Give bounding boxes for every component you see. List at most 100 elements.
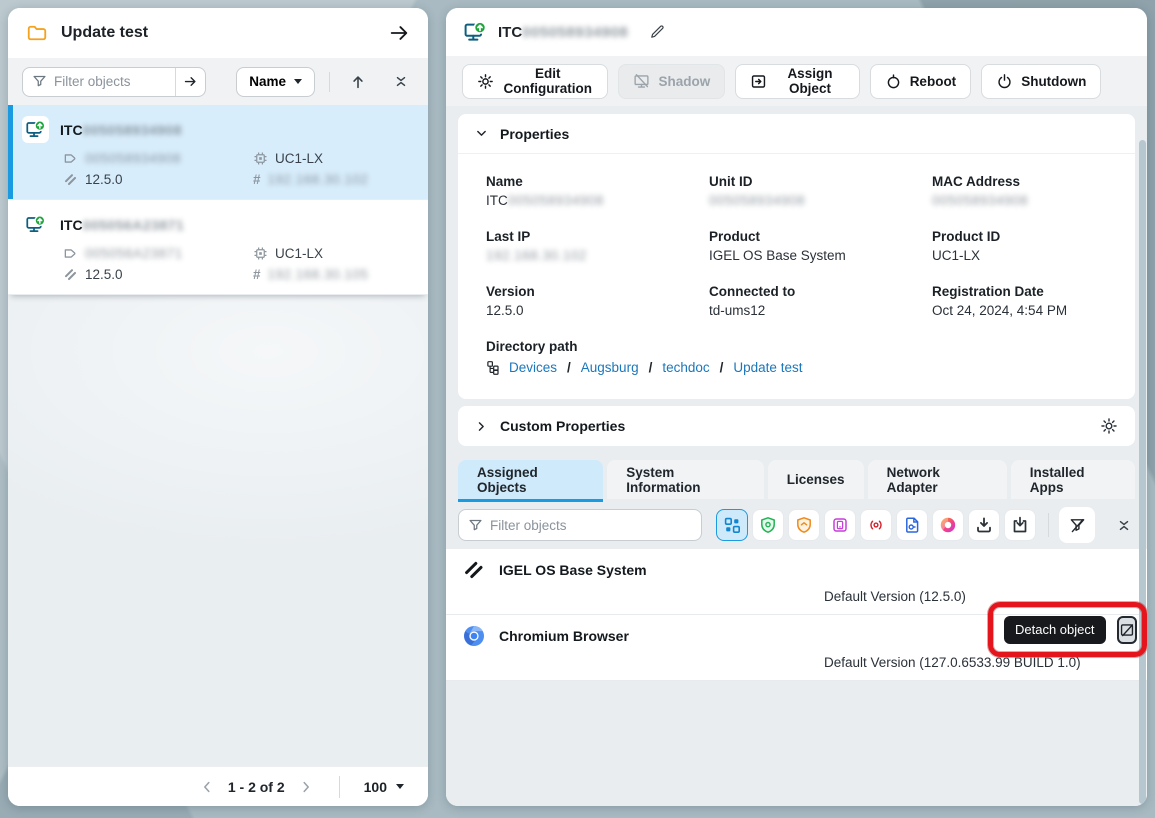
chromium-icon xyxy=(462,624,486,648)
property-product: Product IGEL OS Base System xyxy=(709,229,932,263)
red-rings-icon xyxy=(867,516,885,534)
device-ip: # 192.168.30.105 xyxy=(253,267,412,282)
path-separator: / xyxy=(567,360,571,375)
caret-down-icon xyxy=(396,784,404,789)
page-prev-button[interactable] xyxy=(200,780,214,794)
monitor-slash-icon xyxy=(633,73,650,90)
device-icon xyxy=(22,116,49,143)
filter-objects-field[interactable] xyxy=(22,67,206,97)
page-size-select[interactable]: 100 xyxy=(364,779,404,795)
masked-text: 005058934908 xyxy=(709,193,805,208)
list-controls: Name xyxy=(8,58,428,105)
filter-files-button[interactable] xyxy=(896,509,928,541)
device-detail-panel: ITC005058934908 Edit Configuration Shado… xyxy=(446,8,1147,806)
reboot-button[interactable]: Reboot xyxy=(870,64,972,99)
masked-text: 192.168.30.102 xyxy=(486,248,587,263)
filter-profiles-button[interactable] xyxy=(752,509,784,541)
grid-icon xyxy=(723,516,741,534)
objects-filter-input[interactable] xyxy=(490,518,701,533)
tag-icon xyxy=(63,151,78,166)
property-name: Name ITC005058934908 xyxy=(486,174,709,208)
tab-installed-apps[interactable]: Installed Apps xyxy=(1011,460,1135,499)
shutdown-button[interactable]: Shutdown xyxy=(981,64,1101,99)
divider xyxy=(1048,513,1049,537)
chip-icon xyxy=(253,151,268,166)
properties-title: Properties xyxy=(500,126,569,142)
custom-properties-title: Custom Properties xyxy=(500,418,625,434)
objects-filter-field[interactable] xyxy=(458,509,702,541)
path-link-devices[interactable]: Devices xyxy=(509,360,557,375)
sort-by-button[interactable]: Name xyxy=(236,67,315,97)
divider xyxy=(329,72,330,92)
chip-icon xyxy=(253,246,268,261)
power-icon xyxy=(996,73,1013,90)
igel-logo-icon xyxy=(63,267,78,282)
device-list-item[interactable]: ITC005056A23871 005056A23871 UC1-LX 12.5… xyxy=(8,200,428,295)
filter-submit-button[interactable] xyxy=(175,68,205,96)
rename-device-button[interactable] xyxy=(649,24,665,40)
masked-text: 005056A23871 xyxy=(83,217,185,233)
clear-filter-button[interactable] xyxy=(1059,507,1095,543)
tab-system-information[interactable]: System Information xyxy=(607,460,764,499)
filter-all-objects-button[interactable] xyxy=(716,509,748,541)
filter-priority-profiles-button[interactable] xyxy=(788,509,820,541)
tab-assigned-objects[interactable]: Assigned Objects xyxy=(458,460,603,499)
device-version: 12.5.0 xyxy=(63,172,253,187)
download-icon xyxy=(975,516,993,534)
annotation-highlight: Detach object xyxy=(988,602,1147,657)
detach-object-button[interactable] xyxy=(1117,616,1137,644)
caret-down-icon xyxy=(294,79,302,84)
filter-color-wheel-button[interactable] xyxy=(932,509,964,541)
property-version: Version 12.5.0 xyxy=(486,284,709,318)
directory-path: Directory path Devices / Augsburg / tech… xyxy=(486,339,1107,375)
assign-object-button[interactable]: Assign Object xyxy=(735,64,859,99)
detail-header: ITC005058934908 xyxy=(446,8,1147,56)
collapse-objects-button[interactable] xyxy=(1117,517,1131,534)
sort-direction-button[interactable] xyxy=(350,74,366,90)
list-empty-area xyxy=(8,295,428,766)
device-list-panel: Update test Name xyxy=(8,8,428,806)
property-last-ip: Last IP 192.168.30.102 xyxy=(486,229,709,263)
tab-network-adapter[interactable]: Network Adapter xyxy=(868,460,1007,499)
custom-properties-settings-button[interactable] xyxy=(1100,417,1118,435)
detail-toolbar: Edit Configuration Shadow Assign Object … xyxy=(446,56,1147,106)
color-wheel-icon xyxy=(939,516,957,534)
path-link-update-test[interactable]: Update test xyxy=(733,360,802,375)
shadow-button[interactable]: Shadow xyxy=(618,64,725,99)
device-name: ITC005056A23871 xyxy=(60,217,184,233)
assigned-object-version: Default Version (127.0.6533.99 BUILD 1.0… xyxy=(824,655,1131,670)
chevron-down-icon xyxy=(475,127,488,140)
igel-os-icon xyxy=(462,558,486,582)
masked-text: 005058934908 xyxy=(932,193,1028,208)
tree-icon xyxy=(486,360,501,375)
device-unit-id: 005056A23871 xyxy=(63,246,253,261)
box-arrow-icon xyxy=(750,73,767,90)
import-button[interactable] xyxy=(1004,509,1036,541)
path-link-augsburg[interactable]: Augsburg xyxy=(581,360,639,375)
collapse-list-button[interactable] xyxy=(394,73,408,90)
reboot-icon xyxy=(885,73,902,90)
vertical-scrollbar[interactable] xyxy=(1139,140,1146,804)
filter-apps-button[interactable] xyxy=(824,509,856,541)
device-list-item[interactable]: ITC005058934908 005058934908 UC1-LX 12.5… xyxy=(8,105,428,200)
filter-objects-input[interactable] xyxy=(54,74,175,89)
open-in-tree-button[interactable] xyxy=(388,22,410,44)
page-next-button[interactable] xyxy=(299,780,313,794)
property-registration-date: Registration Date Oct 24, 2024, 4:54 PM xyxy=(932,284,1107,318)
device-name: ITC005058934908 xyxy=(60,122,182,138)
tab-licenses[interactable]: Licenses xyxy=(768,460,864,499)
igel-logo-icon xyxy=(63,172,78,187)
filter-rings-button[interactable] xyxy=(860,509,892,541)
device-ip: # 192.168.30.102 xyxy=(253,172,412,187)
edit-configuration-button[interactable]: Edit Configuration xyxy=(462,64,608,99)
device-product-id: UC1-LX xyxy=(253,151,412,166)
property-mac-address: MAC Address 005058934908 xyxy=(932,174,1107,208)
property-connected-to: Connected to td-ums12 xyxy=(709,284,932,318)
path-link-techdoc[interactable]: techdoc xyxy=(662,360,709,375)
hash-icon: # xyxy=(253,172,261,187)
divider xyxy=(339,776,340,798)
export-button[interactable] xyxy=(968,509,1000,541)
detail-content: Properties Name ITC005058934908 Unit ID … xyxy=(446,106,1147,806)
custom-properties-header[interactable]: Custom Properties xyxy=(458,406,1135,446)
properties-header[interactable]: Properties xyxy=(458,114,1135,154)
